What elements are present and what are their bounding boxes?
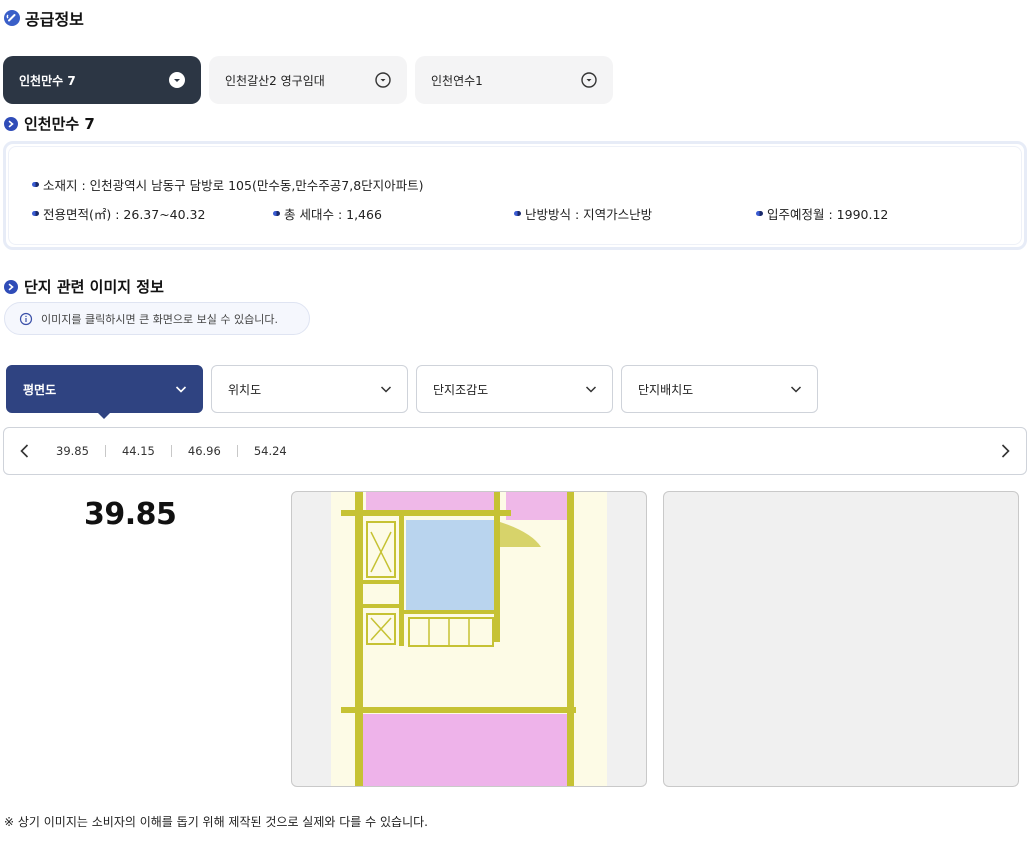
bullet-dot xyxy=(32,182,39,187)
chevron-right-circle-icon xyxy=(4,116,18,131)
size-list: 39.85 44.15 46.96 54.24 xyxy=(40,428,303,474)
info-icon xyxy=(19,312,33,325)
info-households: 총 세대수 : 1,466 xyxy=(273,204,382,223)
info-box-inner xyxy=(8,146,1022,245)
info-move-in: 입주예정월 : 1990.12 xyxy=(756,204,888,223)
chevron-down-circle-icon xyxy=(581,72,597,88)
info-area: 전용면적(㎡) : 26.37~40.32 xyxy=(32,204,205,223)
dropdown-site-plan[interactable]: 단지배치도 xyxy=(621,365,818,413)
section-title-supply: 공급정보 xyxy=(4,6,84,30)
bullet-dot xyxy=(32,211,39,216)
bullet-dot xyxy=(756,211,763,216)
image-disclaimer: ※ 상기 이미지는 소비자의 이해를 돕기 위해 제작된 것으로 실제와 다를 … xyxy=(4,815,428,829)
images-title: 단지 관련 이미지 정보 xyxy=(24,278,164,296)
dropdown-label: 평면도 xyxy=(23,382,57,397)
click-notice: 이미지를 클릭하시면 큰 화면으로 보실 수 있습니다. xyxy=(4,302,310,335)
page-title: 공급정보 xyxy=(25,10,84,29)
size-item[interactable]: 39.85 xyxy=(40,444,105,458)
dropdown-label: 단지배치도 xyxy=(638,382,694,397)
size-item[interactable]: 44.15 xyxy=(106,444,171,458)
dropdown-label: 단지조감도 xyxy=(433,382,489,397)
heating-text: 난방방식 : 지역가스난방 xyxy=(525,207,653,222)
floor-plan-image[interactable] xyxy=(291,491,647,787)
dropdown-location[interactable]: 위치도 xyxy=(211,365,408,413)
area-text: 전용면적(㎡) : 26.37~40.32 xyxy=(43,207,206,222)
dropdown-aerial-view[interactable]: 단지조감도 xyxy=(416,365,613,413)
bullet-dot xyxy=(514,211,521,216)
complex-tabs: 인천만수 7 인천갈산2 영구임대 인천연수1 xyxy=(3,56,613,104)
chevron-down-icon xyxy=(790,386,802,393)
chevron-left-icon[interactable] xyxy=(16,442,34,460)
tab-label: 인천연수1 xyxy=(431,73,483,88)
chevron-down-icon xyxy=(585,386,597,393)
floor-plan-drawing xyxy=(331,492,607,786)
chevron-down-icon xyxy=(175,386,187,393)
image-type-selectors: 평면도 위치도 단지조감도 단지배치도 xyxy=(6,365,818,419)
households-text: 총 세대수 : 1,466 xyxy=(284,207,382,222)
bullet-dot xyxy=(273,211,280,216)
floor-plan-image-secondary[interactable] xyxy=(663,491,1019,787)
tab-complex-2[interactable]: 인천갈산2 영구임대 xyxy=(209,56,407,104)
move-in-text: 입주예정월 : 1990.12 xyxy=(767,207,889,222)
complex-info-box: 소재지 : 인천광역시 남동구 담방로 105(만수동,만수주공7,8단지아파트… xyxy=(3,141,1027,250)
notice-text: 이미지를 클릭하시면 큰 화면으로 보실 수 있습니다. xyxy=(41,312,278,326)
selected-size-label: 39.85 xyxy=(84,497,177,532)
tab-complex-3[interactable]: 인천연수1 xyxy=(415,56,613,104)
size-item[interactable]: 46.96 xyxy=(172,444,237,458)
dropdown-floor-plan[interactable]: 평면도 xyxy=(6,365,203,419)
images-heading: 단지 관련 이미지 정보 xyxy=(4,276,164,297)
address-text: 소재지 : 인천광역시 남동구 담방로 105(만수동,만수주공7,8단지아파트… xyxy=(43,178,424,193)
chevron-down-icon xyxy=(380,386,392,393)
size-item[interactable]: 54.24 xyxy=(238,444,303,458)
chevron-down-circle-icon xyxy=(169,72,185,88)
complex-title: 인천만수 7 xyxy=(24,115,95,133)
info-address: 소재지 : 인천광역시 남동구 담방로 105(만수동,만수주공7,8단지아파트… xyxy=(32,175,424,194)
link-icon xyxy=(4,10,20,26)
complex-heading: 인천만수 7 xyxy=(4,113,95,134)
dropdown-label: 위치도 xyxy=(228,382,262,397)
tab-complex-1[interactable]: 인천만수 7 xyxy=(3,56,201,104)
chevron-right-circle-icon xyxy=(4,279,18,294)
tab-label: 인천만수 7 xyxy=(19,73,76,88)
chevron-down-circle-icon xyxy=(375,72,391,88)
tab-label: 인천갈산2 영구임대 xyxy=(225,73,325,88)
chevron-right-icon[interactable] xyxy=(996,442,1014,460)
info-heating: 난방방식 : 지역가스난방 xyxy=(514,204,652,223)
size-slider: 39.85 44.15 46.96 54.24 xyxy=(3,427,1027,475)
